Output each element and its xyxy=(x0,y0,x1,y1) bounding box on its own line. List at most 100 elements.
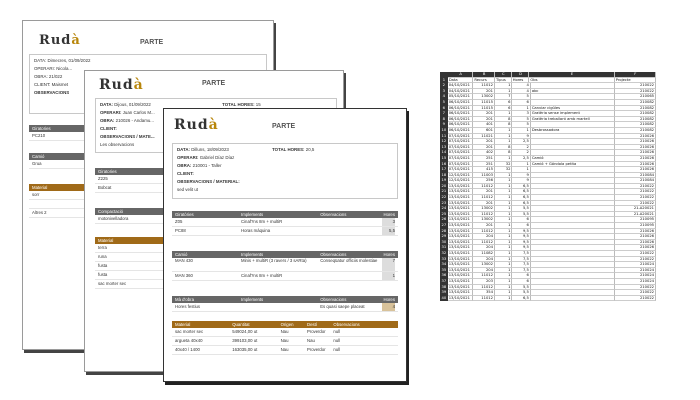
table-row: fusta xyxy=(95,262,163,271)
operari-label: OPERARI: xyxy=(100,110,122,115)
cell: null xyxy=(333,329,341,334)
spreadsheet-cell[interactable]: 210022 xyxy=(614,295,657,302)
section-header: Giratories xyxy=(95,168,163,175)
col-header: Quantitat xyxy=(232,322,250,327)
table-row: Grua xyxy=(29,160,89,169)
table-row: Z05 Cinaf?ns 8m + multiR 3 xyxy=(172,218,398,227)
hours-cell: 7 xyxy=(381,258,395,271)
camio-section: Camió Grua xyxy=(29,153,89,169)
date-line: DATA: Dimecres, 01/09/2022 xyxy=(34,58,91,63)
date-value: Dijous, 01/09/2022 xyxy=(114,102,151,107)
ma-obra-table: Mà d'obra Implements Observacions Hores … xyxy=(172,296,398,312)
observacions-text: sed velit ut xyxy=(177,187,198,192)
table-row: PC88 Horas máquina 5,5 xyxy=(172,227,398,236)
client-label: CLIENT: xyxy=(100,126,117,131)
col-header: Implements xyxy=(241,252,264,257)
table-row: 40x40 / 1400 163035,00 ut Nau Proveïdor … xyxy=(172,346,398,355)
client-line: CLIENT: xyxy=(177,170,393,178)
section-header: Giratories xyxy=(29,125,89,132)
table-row: fusta xyxy=(95,271,163,280)
date-label: DATA: xyxy=(177,147,191,152)
cell: Conseqüatur officiis molestiae xyxy=(320,258,378,263)
operari-value: Juan Carlos M... xyxy=(122,110,155,115)
table-header: Giratòries Implements Observacions Hores xyxy=(172,211,398,218)
spreadsheet-cell[interactable]: 6,5 xyxy=(512,295,531,302)
spreadsheet-cell[interactable]: 13/10/2021 xyxy=(447,295,473,302)
total-hours-label: TOTAL HORES: xyxy=(272,147,305,152)
table-row: PC210 xyxy=(29,132,89,141)
ruda-logo: Rudà xyxy=(174,117,219,133)
cell: Horas máquina xyxy=(241,228,271,233)
material-table: Material Quantitat Origen Destí Observac… xyxy=(172,321,398,355)
operari-value: Gabriel Díaz Díaz xyxy=(199,155,235,160)
table-row: argueta 40x40 399103,00 ut Nau Nau null xyxy=(172,337,398,346)
col-header: Implements xyxy=(241,212,264,217)
table-row: MAN 360 Cinaf?ns 8m + multiR 1 xyxy=(172,272,398,281)
table-header: Camió Implements Observacions Hores xyxy=(172,251,398,258)
col-header: Camió xyxy=(175,252,188,257)
spreadsheet-cell[interactable] xyxy=(530,295,615,302)
cell: null xyxy=(333,338,341,343)
ruda-logo: Rudà xyxy=(39,33,81,48)
doc-title: PARTE xyxy=(272,123,296,130)
client-label: CLIENT: xyxy=(177,171,194,176)
spreadsheet-cell[interactable]: 11012 xyxy=(472,295,495,302)
col-header: Observacions xyxy=(333,322,360,327)
total-hours-value: 15 xyxy=(255,102,261,107)
col-header: Implements xyxy=(241,297,264,302)
cell: 399103,00 ut xyxy=(232,338,258,343)
section-header: Material xyxy=(95,237,163,244)
spreadsheet: A B C D E F 1 Data Recurs Tipus Hores Ob… xyxy=(440,72,657,302)
observacions-label: OBSERVACIONS / MATE... xyxy=(100,134,155,139)
cell: 163035,00 ut xyxy=(232,347,258,352)
date-value: Dilluns, 18/09/2023 xyxy=(191,147,229,152)
total-hours-label: TOTAL HORES: xyxy=(222,102,255,107)
cell: Nau xyxy=(280,338,289,343)
parte-document-front: Rudà PARTE DATA: Dilluns, 18/09/2023 TOT… xyxy=(163,108,407,382)
col-header: Hores xyxy=(383,252,395,257)
cell xyxy=(320,218,382,226)
doc-title: PARTE xyxy=(202,80,226,87)
observacions-line: OBSERVACIONS / MATERIAL: xyxy=(177,178,393,186)
table-row: motonivelladora xyxy=(95,215,163,224)
table-row xyxy=(29,200,89,209)
obra-value: 210026 - Andamu... xyxy=(115,118,154,123)
cell: Cinaf?ns 8m + multiR xyxy=(241,273,283,278)
giratories-section: Giratories Z225 Bobcat xyxy=(95,168,163,193)
table-row: sac morter sec 549024,00 ut Nau Proveïdo… xyxy=(172,328,398,337)
cell: Minis + multiR (3 ravers / 3 sARta) xyxy=(241,258,307,263)
spreadsheet-cell[interactable]: 1 xyxy=(495,295,513,302)
table-row: Bobcat xyxy=(95,184,163,193)
hours-cell: 1 xyxy=(381,272,395,280)
row-number[interactable]: 40 xyxy=(440,295,448,302)
cell: Es quasi saepe placeat xyxy=(320,304,365,309)
cell: Proveïdor xyxy=(306,347,326,352)
table-header: Mà d'obra Implements Observacions Hores xyxy=(172,296,398,303)
cell: argueta 40x40 xyxy=(175,338,203,343)
col-header: Material xyxy=(175,322,191,327)
table-row: Altres 2 xyxy=(29,209,89,218)
col-header: Observacions xyxy=(320,297,347,302)
cell: MAN 360 xyxy=(175,273,193,278)
hours-cell: 3 xyxy=(381,218,395,226)
table-row: terra xyxy=(95,244,163,253)
cell: MAN 430 xyxy=(175,258,193,263)
table-row: MAN 430 Minis + multiR (3 ravers / 3 sAR… xyxy=(172,258,398,272)
section-header: Compactació xyxy=(95,208,163,215)
table-row: sac morter sec xyxy=(95,280,163,289)
ruda-logo: Rudà xyxy=(99,77,144,93)
hours-cell: 4 xyxy=(381,303,395,311)
col-header: Hores xyxy=(383,212,395,217)
table-row: runa xyxy=(95,253,163,262)
spreadsheet-row: 40 13/10/2021 11012 1 6,5 210022 xyxy=(440,295,657,302)
col-header: Hores xyxy=(383,297,395,302)
info-box: DATA: Dilluns, 18/09/2023 TOTAL HORES: 2… xyxy=(172,143,398,199)
cell: Proveïdor xyxy=(306,329,326,334)
observacions-label: OBSERVACIONS / MATERIAL: xyxy=(177,179,240,184)
operari-line: OPERARI: Gabriel Díaz Díaz xyxy=(177,154,393,162)
cell xyxy=(320,272,382,280)
cell xyxy=(241,303,320,311)
cell: PC88 xyxy=(175,228,186,233)
col-header: Observacions xyxy=(320,252,347,257)
table-row: Hores festius Es quasi saepe placeat 4 xyxy=(172,303,398,312)
